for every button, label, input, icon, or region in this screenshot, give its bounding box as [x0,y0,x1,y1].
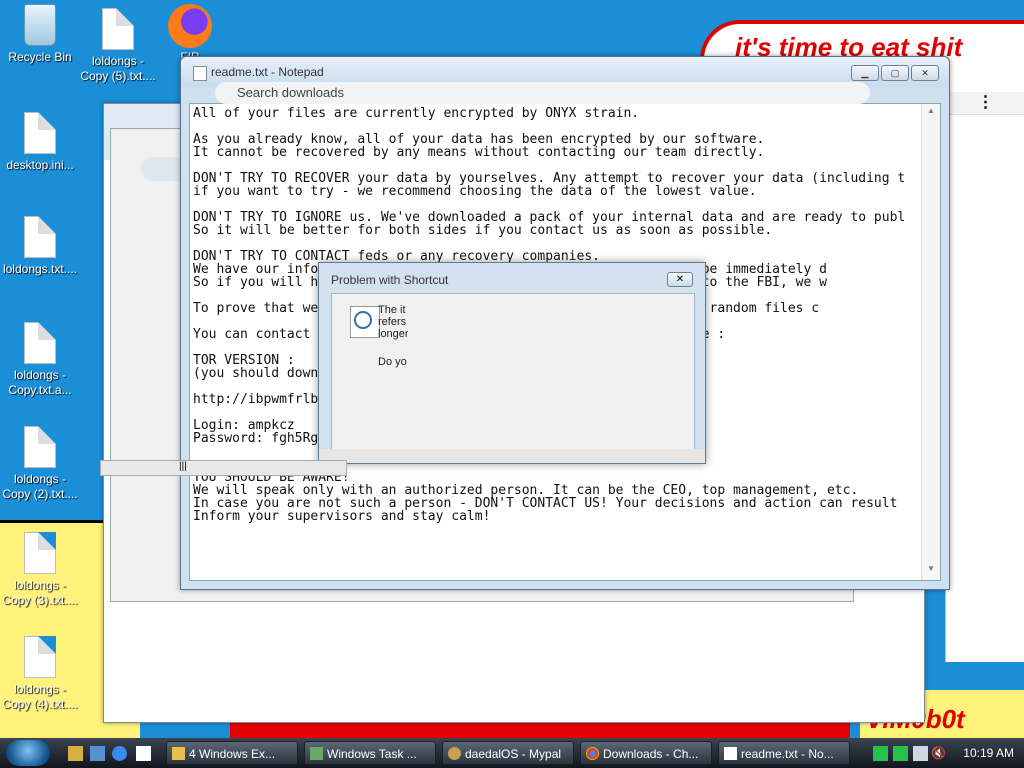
notepad-icon [724,747,737,760]
clock[interactable]: 10:19 AM [963,746,1014,760]
chrome-window-edge[interactable]: ⋮ [945,92,1024,662]
taskbar-button-mypal[interactable]: daedalOS - Mypal [442,741,574,765]
scroll-down-icon[interactable]: ▼ [922,564,940,578]
taskbar-button-notepad[interactable]: readme.txt - No... [718,741,850,765]
desktop-icon-file[interactable]: desktop.ini... [0,112,80,173]
chrome-search-downloads-input[interactable]: Search downloads [215,82,870,104]
recycle-bin-icon [24,4,56,46]
text-file-icon [24,322,56,364]
desktop-icon-file[interactable]: loldongs - Copy (5).txt.... [78,8,158,84]
taskbar-button-windows-explorer[interactable]: 4 Windows Ex... [166,741,298,765]
mypal-icon [448,747,461,760]
taskbar-button-chrome-downloads[interactable]: Downloads - Ch... [580,741,712,765]
text-file-icon [24,426,56,468]
minimize-button[interactable]: ▁ [851,65,879,81]
dialog-title: Problem with Shortcut [331,273,449,287]
text-file-icon [24,532,56,574]
desktop-icon-file[interactable]: loldongs - Copy.txt.a... [0,322,80,398]
switch-windows-icon[interactable] [90,746,105,761]
maximize-button[interactable]: ▢ [881,65,909,81]
network-activity-icon[interactable] [893,746,908,761]
network-status-icon[interactable] [873,746,888,761]
desktop-icon-file[interactable]: loldongs - Copy (3).txt.... [0,532,80,608]
notepad-title: readme.txt - Notepad [211,65,324,79]
text-file-icon [24,216,56,258]
volume-muted-icon[interactable]: 🔇 [931,746,946,761]
notepad-quicklaunch-icon[interactable] [136,746,151,761]
dialog-message: The it refers longer [378,304,408,340]
problem-with-shortcut-dialog[interactable]: Problem with Shortcut ✕ The it refers lo… [318,262,706,464]
desktop-icon-recycle-bin[interactable]: Recycle Bin [0,4,80,65]
chrome-icon [586,747,599,760]
dialog-content-pane: The it refers longer Do yo [331,293,695,455]
task-manager-icon [310,747,323,760]
internet-explorer-icon[interactable] [112,746,127,761]
wallpaper-red-strip [230,720,850,740]
firefox-icon [168,4,212,48]
taskbar: 4 Windows Ex... Windows Task ... daedalO… [0,738,1024,768]
system-tray: 🔇 10:19 AM [869,740,1024,766]
close-button[interactable]: ✕ [911,65,939,81]
show-desktop-icon[interactable] [68,746,83,761]
window-fragment-scrollbar[interactable]: ||| [100,460,347,476]
chrome-menu-icon[interactable]: ⋮ [946,92,1024,115]
grip-icon[interactable]: ||| [179,461,187,472]
scroll-up-icon[interactable]: ▲ [922,106,940,120]
desktop-icon-file[interactable]: loldongs.txt.... [0,216,80,277]
dialog-close-button[interactable]: ✕ [667,272,693,287]
text-file-icon [24,636,56,678]
dialog-footer [319,449,705,463]
folder-icon [172,747,185,760]
text-file-icon [24,112,56,154]
search-shortcut-icon [350,306,380,338]
notepad-icon [193,66,207,81]
monitor-icon[interactable] [913,746,928,761]
taskbar-button-task-manager[interactable]: Windows Task ... [304,741,436,765]
notepad-scrollbar[interactable]: ▲ ▼ [921,104,940,580]
dialog-question: Do yo [378,356,407,368]
text-file-icon [102,8,134,50]
desktop-icon-file[interactable]: loldongs - Copy (4).txt.... [0,636,80,712]
start-button[interactable] [6,740,50,766]
desktop-icon-file[interactable]: loldongs - Copy (2).txt.... [0,426,80,502]
